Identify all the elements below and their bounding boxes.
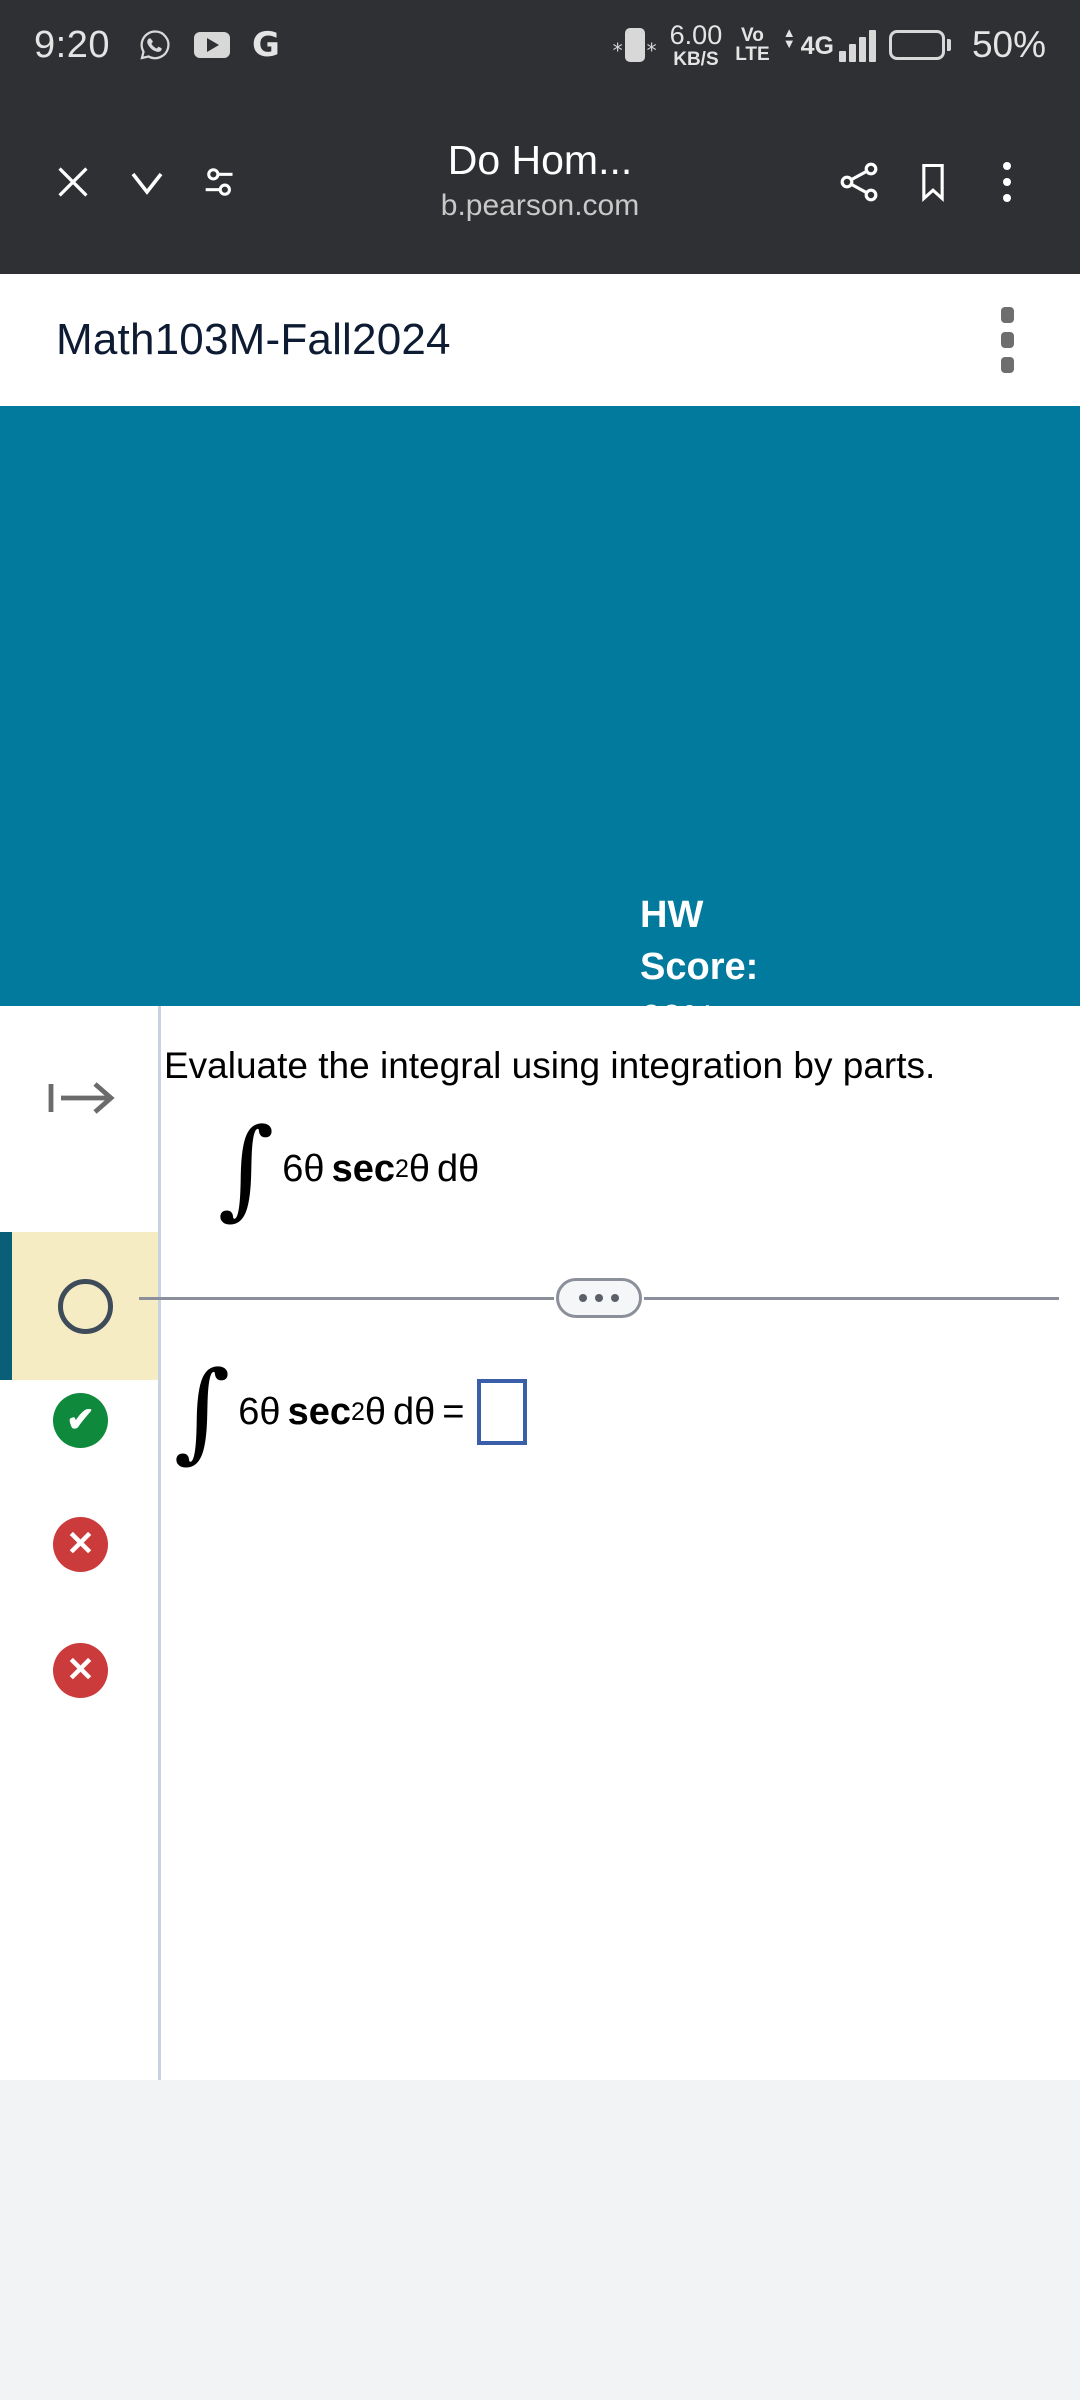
question-header: HW A 2 ‹ Question 20, 8.2.13 › HW Score:… <box>0 406 1080 1006</box>
hw-score-value: 60%, 12 of 20 points <box>640 993 758 1006</box>
integral-variable: θ <box>408 1147 431 1190</box>
divider-line <box>139 1296 554 1300</box>
kebab-dot <box>1001 357 1014 373</box>
page-title-block: Do Hom... b.pearson.com <box>258 136 822 225</box>
volte-icon: Vo LTE <box>735 24 770 65</box>
network-speed-unit: KB/S <box>673 48 719 70</box>
integral-sign-icon: ∫ <box>218 1106 275 1231</box>
kebab-dot <box>1001 307 1014 323</box>
answer-integral-coefficient: 6θ <box>238 1390 281 1433</box>
answer-integral-differential: dθ <box>393 1390 436 1433</box>
tune-icon <box>205 168 233 196</box>
data-arrows-icon: ▲ ▼ <box>782 25 796 51</box>
signal-icon: ▲ ▼ 4G <box>782 25 876 62</box>
divider-dot <box>595 1294 603 1302</box>
status-system-icons: ⁎ ⁎ 6.00 KB/S Vo LTE ▲ ▼ 4G 50% <box>613 19 1046 70</box>
incorrect-icon: ✕ <box>53 1642 108 1698</box>
close-icon <box>58 167 88 197</box>
integral-coefficient: 6θ <box>282 1147 325 1190</box>
answer-integral-function: sec <box>287 1390 351 1433</box>
battery-percent-label: 50% <box>971 24 1046 65</box>
integral-differential: dθ <box>437 1147 480 1190</box>
question-rail: ✕ ✔ ✕ ✕ <box>0 1006 161 2080</box>
status-time: 9:20 <box>34 23 110 66</box>
section-divider <box>139 1278 1059 1318</box>
bookmark-icon <box>922 163 944 202</box>
status-bar: 9:20 G ⁎ ⁎ 6.00 KB/S Vo LTE ▲ ▼ 4G 50% <box>0 0 1080 90</box>
question-content: Evaluate the integral using integration … <box>139 1006 1080 2080</box>
answer-integral-variable: θ <box>364 1390 387 1433</box>
network-speed-value: 6.00 <box>669 19 723 50</box>
integral-sign-icon: ∫ <box>174 1349 231 1474</box>
course-title: Math103M-Fall2024 <box>56 315 451 364</box>
expand-arrow-icon <box>48 1082 115 1114</box>
vibrate-icon: ⁎ ⁎ <box>613 28 657 62</box>
question-integral-expression: ∫ 6θ sec 2 θ dθ <box>218 1106 480 1231</box>
close-button[interactable] <box>36 145 110 219</box>
integral-function: sec <box>331 1147 395 1190</box>
youtube-icon <box>193 32 230 58</box>
share-button[interactable] <box>822 145 896 219</box>
network-type-label: 4G <box>800 31 834 60</box>
app-overflow-menu-button[interactable] <box>991 297 1024 383</box>
signal-bars-icon <box>838 29 876 62</box>
incorrect-icon: ✕ <box>53 1516 108 1572</box>
answer-equation: ∫ 6θ sec 2 θ dθ = <box>174 1349 527 1474</box>
divider-dot <box>611 1294 619 1302</box>
rail-status-correct[interactable]: ✔ <box>0 1382 161 1458</box>
google-icon: G <box>251 25 280 65</box>
hw-score-block: HW Score: 60%, 12 of 20 points <box>640 889 758 1006</box>
page-title: Do Hom... <box>447 136 633 183</box>
volte-line-1: Vo <box>741 24 764 46</box>
divider-line <box>644 1296 1059 1300</box>
battery-icon <box>888 30 951 60</box>
network-speed-indicator: 6.00 KB/S <box>669 19 723 70</box>
unanswered-icon <box>57 1278 113 1334</box>
rail-status-incorrect[interactable]: ✕ <box>0 1632 161 1708</box>
volte-line-2: LTE <box>735 44 770 65</box>
browser-toolbar: Do Hom... b.pearson.com <box>0 90 1080 274</box>
page-url: b.pearson.com <box>440 189 640 223</box>
hw-score-label: HW Score: <box>640 894 759 989</box>
equals-sign: = <box>442 1390 465 1433</box>
integral-exponent: 2 <box>394 1154 409 1183</box>
screen: 9:20 G ⁎ ⁎ 6.00 KB/S Vo LTE ▲ ▼ 4G 50% D… <box>0 0 1080 2400</box>
bookmark-button[interactable] <box>896 145 970 219</box>
status-notification-icons: G <box>138 25 280 65</box>
kebab-dot <box>1001 332 1014 348</box>
browser-overflow-menu-button[interactable] <box>970 145 1044 219</box>
correct-icon: ✔ <box>53 1392 108 1448</box>
question-prompt: Evaluate the integral using integration … <box>164 1045 936 1086</box>
divider-expand-button[interactable] <box>556 1278 642 1318</box>
collapse-button[interactable] <box>110 145 184 219</box>
share-icon <box>840 162 878 202</box>
divider-dot <box>579 1294 587 1302</box>
rail-current-question[interactable] <box>0 1232 158 1380</box>
app-title-bar: Math103M-Fall2024 <box>0 274 1080 406</box>
chevron-down-icon <box>131 172 163 195</box>
footer-bar: Get more help Clear all Check answer Inc… <box>0 2080 1080 2400</box>
overflow-menu-icon <box>1003 162 1011 202</box>
page-info-button[interactable] <box>184 145 258 219</box>
answer-integral-exponent: 2 <box>350 1397 365 1426</box>
rail-expand-button[interactable] <box>0 1060 161 1136</box>
rail-status-incorrect[interactable]: ✕ <box>0 1506 161 1582</box>
answer-input[interactable] <box>476 1379 527 1446</box>
whatsapp-icon <box>140 30 170 60</box>
